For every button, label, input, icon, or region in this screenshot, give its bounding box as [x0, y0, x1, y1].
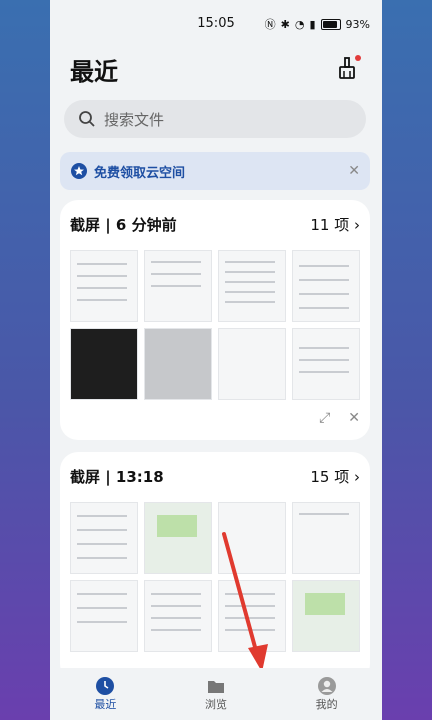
- screenshot-thumbnail[interactable]: [292, 580, 360, 652]
- thumbnail-grid: [70, 250, 360, 400]
- screenshot-group-card[interactable]: 截屏 | 6 分钟前 11 项 › ⤢ ✕: [60, 200, 370, 440]
- card-actions: ⤢ ✕: [319, 410, 360, 426]
- screenshot-thumbnail[interactable]: [70, 250, 138, 322]
- screenshot-thumbnail[interactable]: [144, 580, 212, 652]
- clean-button[interactable]: [336, 55, 361, 80]
- search-placeholder: 搜索文件: [104, 110, 165, 129]
- group-count[interactable]: 15 项 ›: [310, 466, 360, 487]
- screenshot-thumbnail[interactable]: [144, 328, 212, 400]
- screenshot-thumbnail[interactable]: [292, 502, 360, 574]
- group-count-label: 15 项: [310, 468, 350, 486]
- folder-icon: [208, 681, 224, 693]
- tab-label: 我的: [315, 698, 338, 711]
- status-icons: Ⓝ ✱ ◔ ▮ 93%: [265, 16, 370, 32]
- tab-browse[interactable]: 浏览: [161, 668, 272, 720]
- tab-mine[interactable]: 我的: [271, 668, 382, 720]
- search-icon: [79, 111, 95, 127]
- tab-label: 浏览: [205, 698, 227, 711]
- page-title: 最近: [70, 58, 118, 86]
- cloud-space-banner[interactable]: 免费领取云空间 ✕: [60, 152, 370, 190]
- avatar-icon: [317, 677, 336, 695]
- phone-screen: 15:05 Ⓝ ✱ ◔ ▮ 93% 最近 搜索文件 免费领取云空间 ✕ 截屏 |…: [50, 0, 382, 720]
- screenshot-thumbnail[interactable]: [292, 250, 360, 322]
- clock-icon: [96, 677, 115, 695]
- search-input[interactable]: 搜索文件: [64, 100, 366, 138]
- chevron-right-icon: ›: [354, 468, 360, 486]
- group-count-label: 11 项: [310, 216, 350, 234]
- thumbnail-grid: [70, 502, 360, 652]
- battery-percent: 93%: [345, 17, 370, 31]
- signal-icon: ▮: [309, 17, 316, 31]
- bluetooth-icon: ✱: [280, 17, 290, 31]
- screenshot-thumbnail[interactable]: [218, 250, 286, 322]
- notification-dot: [355, 55, 361, 61]
- battery-icon: [320, 18, 341, 30]
- screenshot-thumbnail[interactable]: [144, 502, 212, 574]
- tab-label: 最近: [94, 698, 117, 711]
- star-badge-icon: [71, 163, 87, 179]
- screenshot-thumbnail[interactable]: [292, 328, 360, 400]
- screenshot-thumbnail[interactable]: [218, 328, 286, 400]
- bottom-nav: 最近 浏览 我的: [50, 668, 382, 720]
- status-bar: 15:05 Ⓝ ✱ ◔ ▮ 93%: [50, 0, 382, 44]
- screenshot-thumbnail[interactable]: [70, 502, 138, 574]
- chevron-right-icon: ›: [354, 216, 360, 234]
- close-icon[interactable]: ✕: [348, 163, 360, 179]
- screenshot-group-card[interactable]: 截屏 | 13:18 15 项 ›: [60, 452, 370, 682]
- screenshot-thumbnail[interactable]: [144, 250, 212, 322]
- wifi-icon: ◔: [294, 17, 305, 31]
- banner-text: 免费领取云空间: [94, 165, 186, 181]
- screenshot-thumbnail[interactable]: [70, 580, 138, 652]
- group-count[interactable]: 11 项 ›: [310, 214, 360, 235]
- nfc-icon: Ⓝ: [264, 18, 276, 31]
- close-icon[interactable]: ✕: [348, 410, 360, 426]
- expand-icon[interactable]: ⤢: [319, 410, 330, 426]
- red-arrow-annotation: [222, 532, 268, 672]
- tab-recent[interactable]: 最近: [50, 668, 161, 720]
- screenshot-thumbnail[interactable]: [70, 328, 138, 400]
